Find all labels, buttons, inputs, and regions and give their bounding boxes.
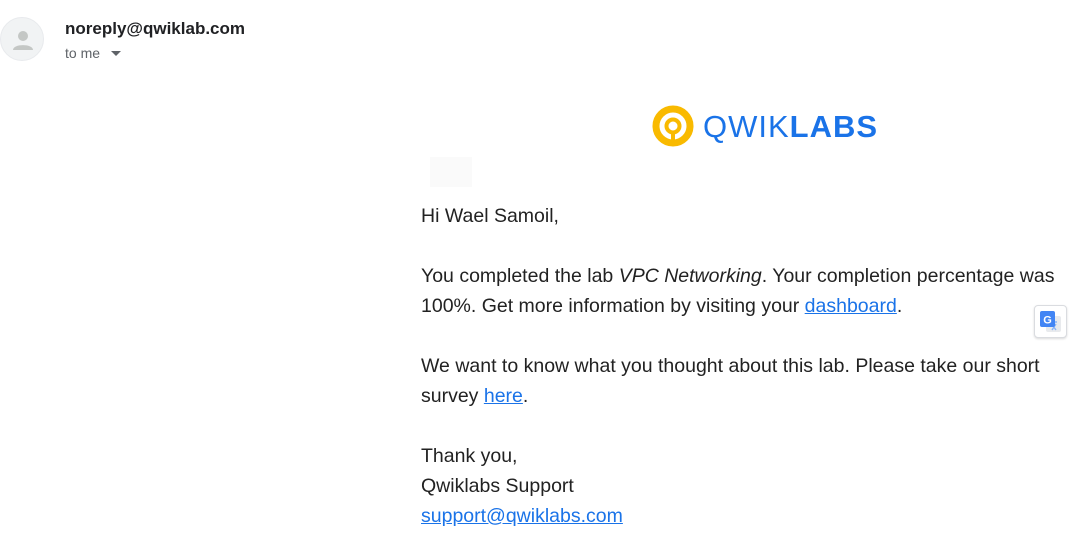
chevron-down-icon (111, 51, 122, 56)
qwiklabs-ring-icon (652, 105, 694, 147)
lab-name: VPC Networking (618, 265, 762, 287)
support-email-link[interactable]: support@qwiklabs.com (421, 505, 623, 527)
google-translate-icon: G (1040, 311, 1061, 332)
greeting: Hi Wael Samoil, (421, 205, 559, 227)
svg-text:G: G (1043, 315, 1052, 327)
avatar[interactable] (0, 17, 44, 61)
survey-link[interactable]: here (484, 385, 523, 407)
recipient-label: to me (65, 45, 101, 61)
recipient-details-toggle[interactable]: to me (65, 45, 122, 61)
logo-wordmark: QWIKLABS (703, 108, 879, 144)
signoff: Thank you, (421, 445, 518, 467)
image-placeholder (430, 157, 472, 187)
signature-name: Qwiklabs Support (421, 475, 574, 497)
survey-paragraph: We want to know what you thought about t… (421, 355, 1040, 407)
completion-paragraph: You completed the lab VPC Networking. Yo… (421, 265, 1055, 317)
sender-address: noreply@qwiklab.com (65, 19, 246, 38)
email-body: Hi Wael Samoil, You completed the lab VP… (421, 201, 1081, 531)
qwiklabs-logo: QWIKLABS (651, 104, 878, 148)
signature-block: Thank you, Qwiklabs Support support@qwikla… (421, 441, 1081, 531)
dashboard-link[interactable]: dashboard (805, 295, 897, 317)
translate-button[interactable]: G (1034, 305, 1067, 338)
person-icon (13, 31, 33, 50)
